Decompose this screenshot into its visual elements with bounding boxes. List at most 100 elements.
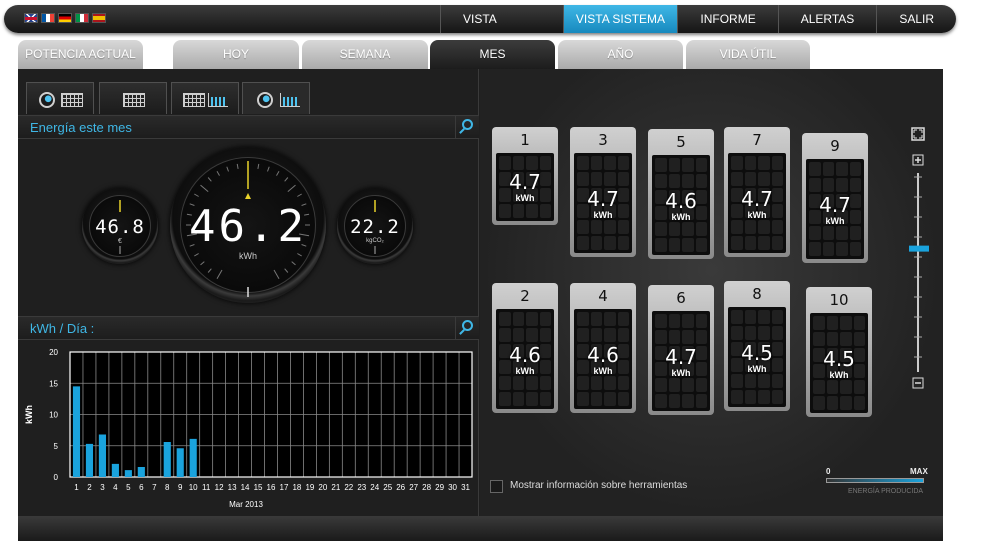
solar-cell	[744, 326, 756, 340]
solar-cell	[744, 310, 756, 324]
x-tick-label: 20	[318, 483, 327, 492]
solar-cell	[512, 328, 524, 342]
tab-mes[interactable]: MES	[430, 40, 555, 69]
solar-cell	[771, 326, 783, 340]
bar[interactable]	[176, 448, 184, 477]
x-tick-label: 21	[331, 483, 340, 492]
gauge-co2-unit: kgCO₂	[366, 238, 384, 244]
solar-cell	[853, 380, 865, 394]
solar-cell	[836, 178, 848, 192]
bar[interactable]	[137, 467, 145, 477]
tooltip-checkbox[interactable]	[490, 480, 503, 493]
solar-cell	[758, 172, 770, 186]
solar-cell	[813, 380, 825, 394]
es-flag-icon[interactable]	[92, 13, 106, 23]
inverter-4[interactable]: 4 4.6 kWh	[570, 283, 636, 413]
solar-cell	[826, 332, 838, 346]
x-tick-label: 18	[292, 483, 301, 492]
tab-potencia-actual[interactable]: POTENCIA ACTUAL	[18, 40, 143, 69]
x-tick-label: 26	[396, 483, 405, 492]
tab-hoy[interactable]: HOY	[173, 40, 299, 69]
solar-cell	[849, 242, 861, 256]
solar-cell	[526, 376, 538, 390]
solar-cell	[577, 376, 589, 390]
inverter-5[interactable]: 5 4.6 kWh	[648, 129, 714, 259]
y-tick-label: 0	[54, 473, 59, 482]
view-table-chart-button[interactable]	[171, 82, 239, 114]
x-tick-label: 3	[100, 483, 105, 492]
inverter-panel-cells: 4.6 kWh	[574, 309, 632, 409]
zoom-energy-button[interactable]	[455, 116, 479, 138]
inverter-10[interactable]: 10 4.5 kWh	[806, 287, 872, 417]
inverter-9[interactable]: 9 4.7 kWh	[802, 133, 868, 263]
uk-flag-icon[interactable]	[24, 13, 38, 23]
solar-cell	[771, 236, 783, 250]
bar[interactable]	[124, 470, 132, 477]
nav-item-informe[interactable]: INFORME	[677, 5, 777, 33]
zoom-chart-button[interactable]	[455, 317, 479, 339]
inverter-8[interactable]: 8 4.5 kWh	[724, 281, 790, 411]
solar-cell	[731, 156, 743, 170]
solar-cell	[590, 376, 602, 390]
solar-cell	[512, 312, 524, 326]
nav-item-vista-sistema[interactable]: VISTA SISTEMA	[562, 5, 678, 33]
tab-ano[interactable]: AÑO	[558, 40, 683, 69]
nav-item-vista-rapida[interactable]: VISTA RÁPIDA	[440, 5, 563, 54]
view-gauge-table-button[interactable]	[26, 82, 94, 114]
solar-cell	[577, 236, 589, 250]
bar[interactable]	[163, 442, 171, 477]
solar-cell	[577, 328, 589, 342]
tab-semana[interactable]: SEMANA	[302, 40, 428, 69]
solar-cell	[604, 172, 616, 186]
bar[interactable]	[98, 434, 106, 478]
solar-cell	[577, 220, 589, 234]
nav-item-alertas[interactable]: ALERTAS	[777, 5, 877, 33]
solar-cell	[577, 312, 589, 326]
tab-vida-util[interactable]: VIDA ÚTIL	[686, 40, 810, 69]
view-gauge-chart-button[interactable]	[242, 82, 310, 114]
solar-cell	[617, 236, 629, 250]
solar-cell	[499, 392, 511, 406]
inverter-3[interactable]: 3 4.7 kWh	[570, 127, 636, 257]
bar[interactable]	[85, 443, 94, 477]
solar-cell	[539, 156, 551, 170]
inverter-energy-unit: kWh	[593, 209, 613, 220]
solar-cell	[655, 394, 667, 408]
gauge-co2: 22.2 kgCO₂	[337, 188, 413, 264]
solar-cell	[771, 156, 783, 170]
x-tick-label: 9	[178, 483, 183, 492]
bar[interactable]	[111, 463, 119, 477]
de-flag-icon[interactable]	[58, 13, 72, 23]
daily-energy-chart: 051015201 2 3 4 5 6 7 8 9 10 11 12 13 14 15 16 17 18 19 20 2…	[24, 348, 473, 509]
solar-cell	[682, 378, 694, 392]
solar-cell	[836, 162, 848, 176]
bar[interactable]	[72, 386, 81, 477]
gauge-cost-unit: €	[118, 238, 122, 245]
legend-max: MAX	[910, 467, 928, 476]
fr-flag-icon[interactable]	[41, 13, 55, 23]
zoom-slider[interactable]	[905, 127, 935, 397]
solar-cell	[771, 310, 783, 324]
solar-cell	[668, 314, 680, 328]
solar-cell	[822, 162, 834, 176]
inverter-1[interactable]: 1 4.7 kWh	[492, 127, 558, 225]
solar-cell	[539, 312, 551, 326]
nav-item-salir[interactable]: SALIR	[876, 5, 956, 33]
gauge-icon	[257, 92, 273, 108]
solar-cell	[526, 204, 538, 218]
view-table-button[interactable]	[99, 82, 167, 114]
inverter-2[interactable]: 2 4.6 kWh	[492, 283, 558, 413]
x-tick-label: 24	[370, 483, 379, 492]
inverter-panel-cells: 4.7 kWh	[496, 153, 554, 221]
solar-cell	[758, 220, 770, 234]
inverter-7[interactable]: 7 4.7 kWh	[724, 127, 790, 257]
solar-cell	[617, 312, 629, 326]
solar-cell	[731, 220, 743, 234]
solar-cell	[499, 328, 511, 342]
it-flag-icon[interactable]	[75, 13, 89, 23]
bar[interactable]	[189, 438, 197, 477]
inverter-6[interactable]: 6 4.7 kWh	[648, 285, 714, 415]
solar-cell	[655, 238, 667, 252]
solar-cell	[539, 392, 551, 406]
solar-cell	[744, 236, 756, 250]
